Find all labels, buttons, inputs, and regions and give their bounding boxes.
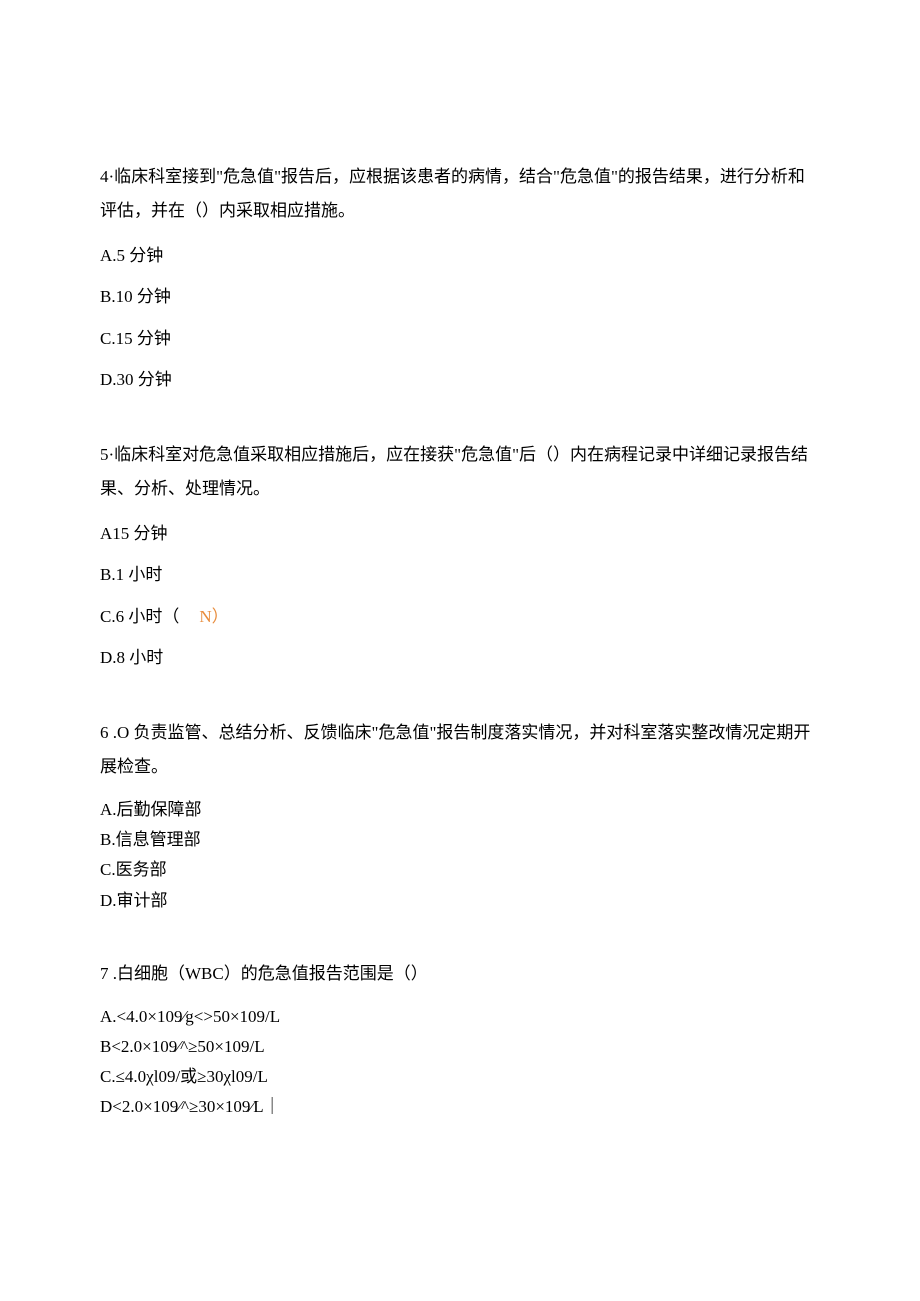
option-b: B<2.0×109⁄^≥50×109/L: [100, 1033, 820, 1061]
answer-mark: N）: [199, 607, 228, 626]
option-a: A.后勤保障部: [100, 796, 820, 824]
option-a: A.5 分钟: [100, 240, 820, 272]
option-d: D.30 分钟: [100, 364, 820, 396]
option-b: B.信息管理部: [100, 826, 820, 854]
question-4: 4·临床科室接到"危急值"报告后，应根据该患者的病情，结合"危急值"的报告结果，…: [100, 160, 820, 396]
question-text: 4·临床科室接到"危急值"报告后，应根据该患者的病情，结合"危急值"的报告结果，…: [100, 160, 820, 228]
option-c: C.15 分钟: [100, 323, 820, 355]
question-text: 7 .白细胞（WBC）的危急值报告范围是（）: [100, 957, 820, 991]
option-b: B.1 小时: [100, 559, 820, 591]
option-a: A.<4.0×109⁄g<>50×109/L: [100, 1003, 820, 1031]
question-5: 5·临床科室对危急值采取相应措施后，应在接获"危急值"后（）内在病程记录中详细记…: [100, 438, 820, 674]
question-text: 5·临床科室对危急值采取相应措施后，应在接获"危急值"后（）内在病程记录中详细记…: [100, 438, 820, 506]
option-label: C.6 小时（: [100, 607, 179, 626]
question-7: 7 .白细胞（WBC）的危急值报告范围是（） A.<4.0×109⁄g<>50×…: [100, 957, 820, 1121]
question-6: 6 .O 负责监管、总结分析、反馈临床"危急值"报告制度落实情况，并对科室落实整…: [100, 716, 820, 914]
option-c: C.6 小时（ N）: [100, 601, 820, 633]
option-d: D.8 小时: [100, 642, 820, 674]
option-b: B.10 分钟: [100, 281, 820, 313]
option-d: D.审计部: [100, 887, 820, 915]
option-a: A15 分钟: [100, 518, 820, 550]
question-text: 6 .O 负责监管、总结分析、反馈临床"危急值"报告制度落实情况，并对科室落实整…: [100, 716, 820, 784]
option-c: C.≤4.0χl09/或≥30χl09/L: [100, 1063, 820, 1091]
option-c: C.医务部: [100, 856, 820, 884]
option-d: D<2.0×109⁄^≥30×109⁄L｜: [100, 1093, 820, 1121]
document-page: 4·临床科室接到"危急值"报告后，应根据该患者的病情，结合"危急值"的报告结果，…: [0, 0, 920, 1243]
